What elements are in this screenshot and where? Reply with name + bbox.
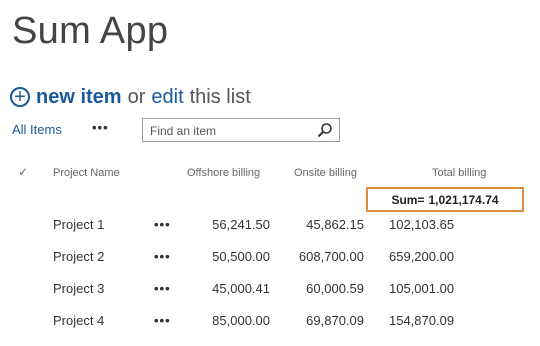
onsite-billing-cell: 45,862.15 — [306, 217, 364, 232]
edit-link[interactable]: edit — [151, 86, 183, 109]
row-menu-button[interactable]: ••• — [154, 209, 171, 241]
new-item-link[interactable]: new item — [36, 86, 122, 109]
this-list-text: this list — [189, 85, 251, 108]
row-menu-button[interactable]: ••• — [154, 305, 171, 337]
onsite-billing-cell: 60,000.59 — [306, 281, 364, 296]
sum-label: Sum= — [391, 192, 425, 207]
offshore-billing-cell: 50,500.00 — [212, 249, 270, 264]
or-text: or — [127, 85, 146, 108]
page-title: Sum App — [12, 10, 169, 52]
table-row[interactable]: Project 1 ••• 56,241.50 45,862.15 102,10… — [0, 209, 540, 241]
onsite-billing-cell: 69,870.09 — [306, 313, 364, 328]
column-header-total-billing[interactable]: Total billing — [432, 167, 486, 179]
offshore-billing-cell: 85,000.00 — [212, 313, 270, 328]
sum-value: 1,021,174.74 — [428, 192, 499, 207]
view-more-button[interactable]: ••• — [92, 120, 109, 135]
table-row[interactable]: Project 2 ••• 50,500.00 608,700.00 659,2… — [0, 241, 540, 273]
column-header-onsite-billing[interactable]: Onsite billing — [294, 167, 357, 179]
column-header-project-name[interactable]: Project Name — [53, 167, 120, 179]
total-billing-cell: 659,200.00 — [389, 249, 455, 264]
row-menu-button[interactable]: ••• — [154, 241, 171, 273]
column-header-offshore-billing[interactable]: Offshore billing — [187, 167, 260, 179]
total-billing-cell: 154,870.09 — [389, 313, 455, 328]
project-name-cell[interactable]: Project 4 — [53, 305, 104, 337]
total-billing-cell: 105,001.00 — [389, 281, 455, 296]
table-row[interactable]: Project 4 ••• 85,000.00 69,870.09 154,87… — [0, 305, 540, 337]
search-input[interactable] — [148, 120, 312, 142]
select-all-checkmark-icon[interactable]: ✓ — [18, 165, 28, 179]
offshore-billing-cell: 45,000.41 — [212, 281, 270, 296]
search-box — [142, 118, 340, 142]
command-bar: + new item or edit this list — [10, 84, 251, 110]
row-menu-button[interactable]: ••• — [154, 273, 171, 305]
search-icon[interactable] — [317, 122, 333, 138]
project-name-cell[interactable]: Project 1 — [53, 209, 104, 241]
total-billing-cell: 102,103.65 — [389, 217, 455, 232]
onsite-billing-cell: 608,700.00 — [298, 249, 364, 264]
add-circle-icon[interactable]: + — [10, 87, 30, 107]
offshore-billing-cell: 56,241.50 — [212, 217, 270, 232]
table-row[interactable]: Project 3 ••• 45,000.41 60,000.59 105,00… — [0, 273, 540, 305]
project-name-cell[interactable]: Project 3 — [53, 273, 104, 305]
project-name-cell[interactable]: Project 2 — [53, 241, 104, 273]
view-all-items[interactable]: All Items — [12, 122, 62, 137]
